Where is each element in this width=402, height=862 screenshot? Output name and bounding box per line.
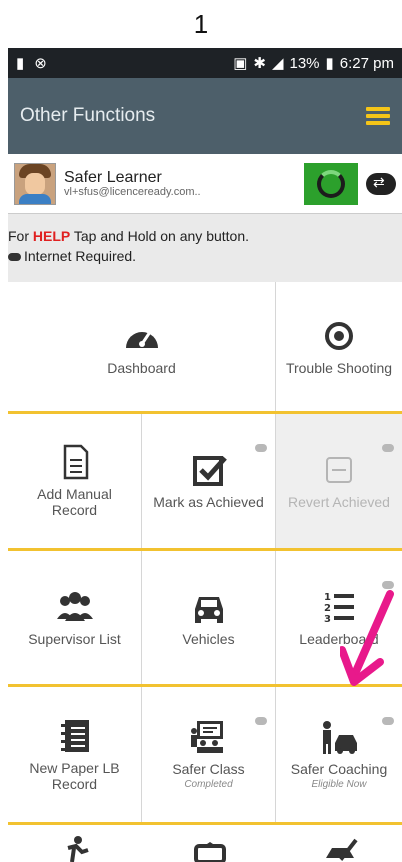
sync-progress-icon [317, 169, 345, 198]
user-name: Safer Learner [64, 168, 162, 186]
vehicles-label: Vehicles [182, 630, 235, 647]
mark-as-achieved-label: Mark as Achieved [153, 494, 264, 510]
svg-text:1: 1 [324, 592, 331, 603]
vehicles-button[interactable]: Vehicles [142, 551, 276, 684]
new-paper-lb-record-label: New Paper LB Record [29, 759, 120, 792]
cloud-sync-icon[interactable] [366, 172, 396, 195]
cloud-icon [382, 444, 394, 452]
speedometer-icon [125, 330, 158, 348]
nfc-icon: ▣ [233, 55, 248, 72]
bluetooth-icon: ✱ [253, 55, 266, 72]
certificate-icon [194, 842, 226, 862]
next-row-preview [8, 832, 402, 862]
trouble-shooting-button[interactable]: Trouble Shooting [276, 282, 402, 411]
new-paper-lb-record-button[interactable]: New Paper LB Record [8, 687, 142, 822]
minus-square-icon [326, 457, 352, 483]
coach-car-icon [323, 721, 357, 754]
signal-icon: ◢ [271, 55, 284, 72]
safer-coaching-button[interactable]: Safer Coaching Eligible Now [276, 687, 402, 822]
classroom-icon [190, 721, 223, 753]
mark-as-achieved-button[interactable]: Mark as Achieved [142, 414, 276, 548]
user-email: vl+sfus@licenceready.com.. [64, 186, 201, 199]
dashboard-label: Dashboard [107, 359, 176, 376]
safer-class-button[interactable]: Safer Class Completed [142, 687, 276, 822]
svg-text:3: 3 [324, 614, 331, 625]
battery-percent: 13% [289, 54, 320, 72]
safer-class-status: Completed [184, 779, 233, 790]
user-bar: Safer Learner vl+sfus@licenceready.com.. [8, 154, 402, 214]
safer-coaching-label: Safer Coaching [290, 761, 388, 777]
status-bar: ▮ ⊗ ▣ ✱ ◢ 13% ▮ 6:27 pm [8, 48, 402, 78]
revert-achieved-button[interactable]: Revert Achieved [276, 414, 402, 548]
supervisor-list-button[interactable]: Supervisor List [8, 551, 142, 684]
cloud-icon [255, 717, 267, 725]
car-check-icon [326, 838, 358, 862]
cloud-icon [255, 444, 267, 452]
checkbox-icon [192, 456, 227, 486]
sync-status-icon: ⊗ [34, 55, 47, 72]
svg-text:2: 2 [324, 603, 331, 614]
safer-class-label: Safer Class [172, 761, 245, 777]
notebook-icon [60, 719, 89, 752]
notification-icon: ▮ [16, 55, 25, 72]
cloud-icon [382, 717, 394, 725]
cloud-icon [8, 253, 21, 262]
pointer-arrow-annotation [340, 590, 394, 686]
app-bar: Other Functions [8, 78, 402, 154]
add-manual-record-label: Add Manual Record [37, 486, 112, 518]
trouble-shooting-label: Trouble Shooting [285, 359, 393, 376]
dashboard-button[interactable]: Dashboard [8, 282, 276, 411]
clock: 6:27 pm [339, 54, 394, 72]
runner-icon [67, 836, 89, 862]
internet-required-note: Internet Required. [24, 248, 137, 264]
cloud-icon [382, 581, 394, 589]
avatar [14, 162, 56, 205]
help-bar: For HELP Tap and Hold on any button. Int… [8, 214, 402, 282]
page-title: Other Functions [20, 105, 156, 126]
battery-icon: ▮ [325, 55, 334, 72]
sync-button[interactable] [304, 162, 358, 205]
supervisor-list-label: Supervisor List [28, 630, 121, 647]
add-manual-record-button[interactable]: Add Manual Record [8, 414, 142, 548]
document-icon [63, 444, 88, 480]
group-icon [56, 591, 93, 621]
help-keyword: HELP [32, 228, 71, 244]
hamburger-menu-icon[interactable] [366, 107, 390, 125]
page-number: 1 [193, 9, 209, 39]
safer-coaching-status: Eligible Now [311, 779, 367, 790]
car-icon [194, 596, 223, 623]
revert-achieved-label: Revert Achieved [288, 494, 390, 510]
target-icon [325, 321, 353, 350]
